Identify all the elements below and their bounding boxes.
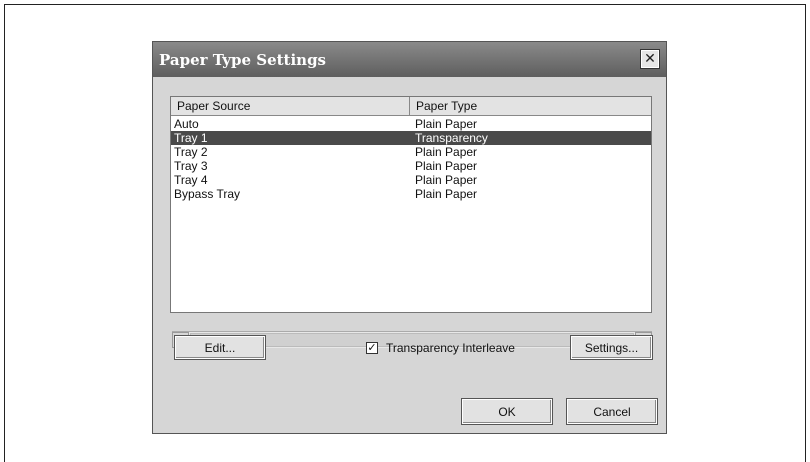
column-header-paper-source[interactable]: Paper Source [171, 97, 410, 115]
title-bar[interactable]: Paper Type Settings ✕ [153, 42, 666, 77]
cell-paper-source: Bypass Tray [174, 187, 241, 201]
cell-paper-source: Tray 4 [174, 173, 208, 187]
transparency-interleave-option[interactable]: ✓ Transparency Interleave [366, 340, 515, 356]
cell-paper-type: Plain Paper [415, 145, 478, 159]
cell-paper-type: Transparency [415, 131, 488, 145]
close-button[interactable]: ✕ [640, 49, 660, 69]
list-row[interactable]: Tray 3 Plain Paper [171, 159, 651, 173]
cancel-button[interactable]: Cancel [566, 398, 658, 425]
cell-paper-source: Auto [174, 117, 199, 131]
cell-paper-type: Plain Paper [415, 173, 478, 187]
cell-paper-type: Plain Paper [415, 187, 478, 201]
list-row[interactable]: Tray 1 Transparency [171, 131, 651, 145]
paper-type-settings-dialog: Paper Type Settings ✕ Paper Source Paper… [152, 41, 667, 434]
paper-list[interactable]: Paper Source Paper Type Auto Plain Paper… [170, 96, 652, 348]
list-row[interactable]: Auto Plain Paper [171, 117, 651, 131]
cell-paper-source: Tray 2 [174, 145, 208, 159]
list-row[interactable]: Bypass Tray Plain Paper [171, 187, 651, 201]
cell-paper-type: Plain Paper [415, 117, 478, 131]
transparency-interleave-checkbox[interactable]: ✓ [366, 342, 378, 354]
close-icon: ✕ [644, 51, 656, 67]
edit-button[interactable]: Edit... [174, 335, 266, 360]
list-row[interactable]: Tray 4 Plain Paper [171, 173, 651, 187]
cell-paper-source: Tray 3 [174, 159, 208, 173]
cell-paper-type: Plain Paper [415, 159, 478, 173]
dialog-title: Paper Type Settings [159, 51, 327, 69]
settings-button[interactable]: Settings... [570, 335, 653, 360]
list-header: Paper Source Paper Type [171, 97, 651, 116]
ok-button[interactable]: OK [461, 398, 553, 425]
list-row[interactable]: Tray 2 Plain Paper [171, 145, 651, 159]
transparency-interleave-label: Transparency Interleave [386, 341, 515, 355]
column-header-paper-type[interactable]: Paper Type [410, 97, 651, 115]
cell-paper-source: Tray 1 [174, 131, 208, 145]
list-rows: Auto Plain Paper Tray 1 Transparency Tra… [171, 117, 651, 201]
